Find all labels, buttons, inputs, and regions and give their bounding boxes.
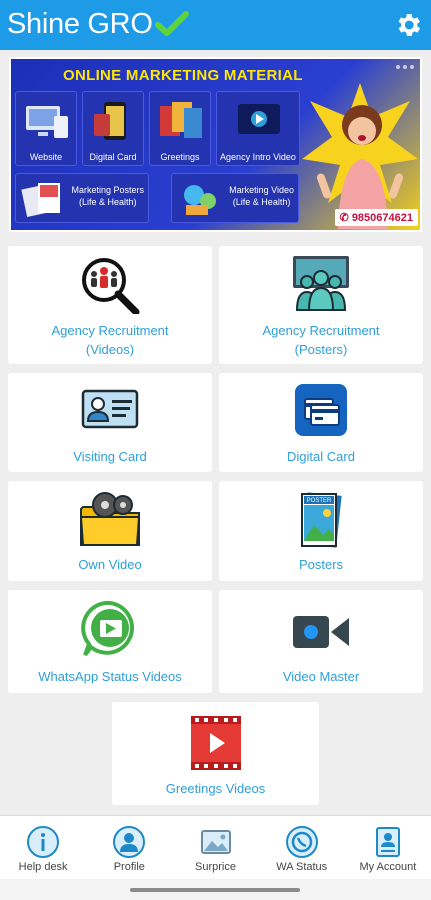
banner-tile-agency-intro-video: Agency Intro Video (216, 91, 300, 166)
card-label-line2: (Posters) (294, 342, 348, 357)
banner-tile-marketing-video: Marketing Video (Life & Health) (171, 173, 299, 223)
gesture-handle[interactable] (130, 888, 300, 892)
card-label: Digital Card (287, 449, 355, 464)
id-card-icon (81, 389, 139, 429)
video-master-card[interactable]: Video Master (219, 590, 423, 693)
video-player-icon (238, 104, 280, 134)
banner-headline: ONLINE MARKETING MATERIAL (63, 67, 303, 84)
banner-tile-label-line1: Marketing Video (229, 185, 294, 195)
visiting-card-card[interactable]: Visiting Card (8, 373, 212, 472)
banner-tile-label-line2: (Life & Health) (232, 197, 291, 207)
agency-recruitment-posters-card[interactable]: Agency Recruitment (Posters) (219, 246, 423, 364)
info-icon (27, 826, 60, 858)
banner-tile-marketing-posters: Marketing Posters (Life & Health) (15, 173, 149, 223)
phone-number-text: 9850674621 (351, 212, 413, 224)
banner-page-dots (396, 65, 414, 69)
nav-wa-status[interactable]: WA Status (259, 816, 345, 879)
greetings-icon (160, 102, 202, 138)
digital-card-icon (94, 102, 126, 140)
film-play-icon (190, 716, 241, 770)
video-camera-icon (293, 616, 349, 648)
banner-tile-label: Marketing Video (Life & Health) (229, 184, 294, 208)
posters-card[interactable]: POSTER Posters (219, 481, 423, 581)
banner-phone-number: ✆ 9850674621 (334, 209, 418, 226)
video-cloud-icon (184, 185, 216, 215)
banner-tile-website: Website (15, 91, 77, 166)
svg-text:POSTER: POSTER (307, 498, 332, 504)
banner-tile-label: Website (29, 152, 63, 162)
nav-label: Help desk (18, 861, 68, 873)
agency-recruitment-videos-card[interactable]: Agency Recruitment (Videos) (8, 246, 212, 364)
card-label: Video Master (282, 669, 360, 684)
app-title-text: Shine GRO (7, 8, 153, 40)
card-label: Agency Recruitment (Posters) (219, 321, 423, 359)
picture-icon (200, 830, 231, 854)
promo-banner[interactable]: ONLINE MARKETING MATERIAL Website Digita… (9, 57, 422, 232)
nav-label: WA Status (276, 861, 328, 873)
website-icon (26, 106, 68, 138)
banner-tile-label: Agency Intro Video (220, 152, 296, 162)
video-folder-icon (79, 492, 141, 546)
nav-label: Profile (113, 861, 145, 873)
user-icon (113, 826, 146, 858)
posters-stack-icon (21, 183, 60, 217)
team-icon (293, 256, 349, 311)
gear-icon[interactable] (393, 10, 423, 40)
banner-tile-label-line1: Marketing Posters (71, 185, 144, 195)
nav-profile[interactable]: Profile (86, 816, 172, 879)
nav-label: Surprice (195, 861, 236, 873)
whatsapp-status-videos-card[interactable]: WhatsApp Status Videos (8, 590, 212, 693)
card-label: Greetings Videos (165, 781, 266, 796)
account-card-icon (375, 827, 400, 857)
own-video-card[interactable]: Own Video (8, 481, 212, 581)
nav-label: My Account (359, 861, 417, 873)
whatsapp-icon (285, 826, 318, 858)
check-icon (154, 11, 189, 36)
app-bar: Shine GRO (0, 0, 431, 50)
card-label-line1: Agency Recruitment (51, 323, 169, 338)
card-label: Agency Recruitment (Videos) (8, 321, 212, 359)
banner-tile-label-line2: (Life & Health) (78, 197, 137, 207)
banner-tile-digital-card: Digital Card (82, 91, 144, 166)
banner-tile-label: Greetings (160, 152, 200, 162)
magnifier-people-icon (82, 258, 140, 314)
woman-promo-illustration (302, 83, 418, 229)
nav-help-desk[interactable]: Help desk (0, 816, 86, 879)
credit-card-icon (295, 384, 347, 436)
banner-tile-greetings: Greetings (149, 91, 211, 166)
banner-tile-label: Digital Card (89, 152, 137, 162)
card-label: Visiting Card (73, 449, 147, 464)
card-label: Own Video (78, 557, 142, 572)
card-label: Posters (298, 557, 344, 572)
poster-icon: POSTER (301, 492, 342, 548)
digital-card-card[interactable]: Digital Card (219, 373, 423, 472)
whatsapp-icon (81, 600, 135, 657)
phone-icon: ✆ (339, 212, 349, 224)
nav-surprice[interactable]: Surprice (172, 816, 258, 879)
greetings-videos-card[interactable]: Greetings Videos (112, 702, 319, 805)
app-title: Shine GRO (7, 6, 189, 42)
card-label-line2: (Videos) (85, 342, 135, 357)
nav-my-account[interactable]: My Account (345, 816, 431, 879)
card-label-line1: Agency Recruitment (262, 323, 380, 338)
bottom-navigation: Help desk Profile Surprice WA Status My … (0, 815, 431, 879)
card-label: WhatsApp Status Videos (38, 669, 182, 684)
banner-tile-label: Marketing Posters (Life & Health) (71, 184, 144, 208)
